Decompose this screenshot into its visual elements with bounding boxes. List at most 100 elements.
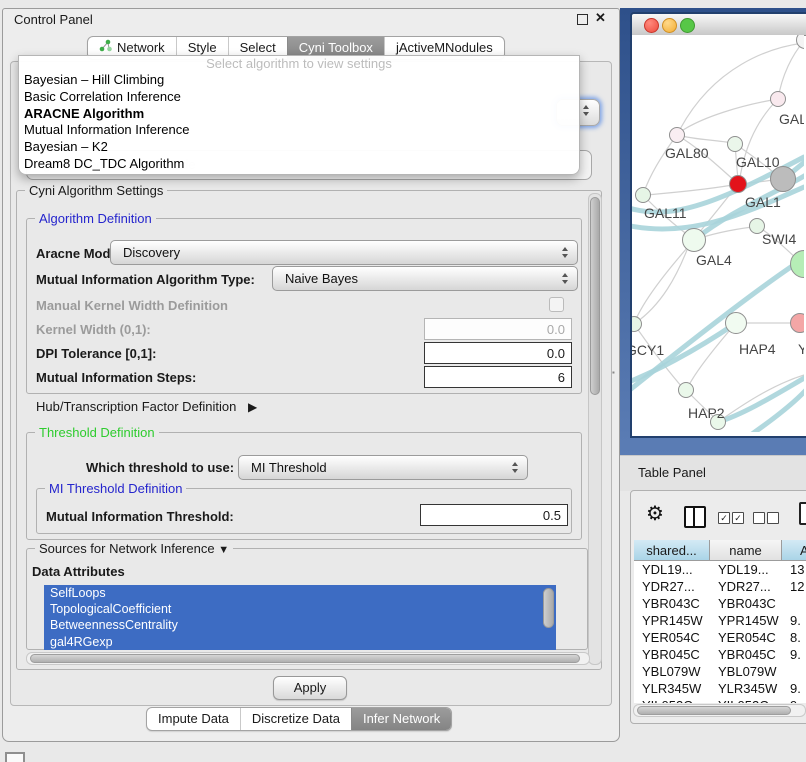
table-cell[interactable]: 12	[782, 578, 806, 595]
table-row[interactable]: YBL079WYBL079W	[634, 663, 806, 680]
table-row[interactable]: YLR345WYLR345W9.	[634, 680, 806, 697]
table-row[interactable]: YBR045CYBR045C9.	[634, 646, 806, 663]
network-node[interactable]	[727, 136, 743, 152]
table-row[interactable]: YDL19...YDL19...13	[634, 561, 806, 578]
table-column-header[interactable]: name	[710, 540, 782, 561]
table-row[interactable]: YER054CYER054C8.	[634, 629, 806, 646]
network-node[interactable]	[770, 91, 786, 107]
which-threshold-combobox[interactable]: MI Threshold	[238, 455, 528, 480]
float-window-icon[interactable]	[577, 14, 588, 25]
table-cell[interactable]: 9.	[782, 680, 806, 697]
mi-threshold-field[interactable]: 0.5	[420, 504, 568, 526]
aracne-mode-combobox[interactable]: Discovery	[110, 240, 578, 265]
table-body: YDL19...YDL19...13YDR27...YDR27...12YBR0…	[634, 561, 806, 703]
data-attribute-item[interactable]: BetweennessCentrality	[44, 617, 556, 633]
table-cell[interactable]: YIL052C	[710, 697, 782, 703]
table-cell[interactable]: YER054C	[634, 629, 710, 646]
network-node[interactable]	[790, 313, 804, 333]
table-cell[interactable]: 9.	[782, 646, 806, 663]
data-attribute-item[interactable]: gal4RGexp	[44, 634, 556, 650]
close-traffic-light-icon[interactable]	[644, 18, 659, 33]
table-hscrollbar-thumb[interactable]	[637, 706, 791, 715]
settings-scrollbar[interactable]	[588, 193, 602, 665]
table-hscrollbar[interactable]	[633, 704, 806, 717]
tab-discretize-data[interactable]: Discretize Data	[240, 708, 351, 730]
settings-scrollbar-thumb[interactable]	[590, 197, 600, 395]
table-cell[interactable]: YBR043C	[634, 595, 710, 612]
node-table[interactable]: shared...nameA YDL19...YDL19...13YDR27..…	[634, 540, 806, 703]
mi-steps-field[interactable]: 6	[424, 366, 572, 388]
tab-infer-network[interactable]: Infer Network	[351, 708, 451, 730]
network-node[interactable]	[682, 228, 706, 252]
tab-impute-data[interactable]: Impute Data	[147, 708, 240, 730]
minimized-panel-icon[interactable]	[5, 752, 25, 762]
minimize-traffic-light-icon[interactable]	[662, 18, 677, 33]
network-node[interactable]	[678, 382, 694, 398]
table-cell[interactable]: YIL052C	[634, 697, 710, 703]
algorithm-option[interactable]: Dream8 DC_TDC Algorithm	[19, 156, 579, 173]
settings-hscrollbar-thumb[interactable]	[30, 654, 580, 663]
zoom-traffic-light-icon[interactable]	[680, 18, 695, 33]
table-cell[interactable]: YBR045C	[710, 646, 782, 663]
mi-type-combobox[interactable]: Naive Bayes	[272, 266, 578, 291]
mi-steps-label: Mutual Information Steps:	[36, 370, 196, 385]
data-attributes-list[interactable]: SelfLoopsTopologicalCoefficientBetweenne…	[44, 585, 556, 650]
table-row[interactable]: YIL052CYIL052C9.	[634, 697, 806, 703]
settings-hscrollbar[interactable]	[26, 652, 590, 665]
table-cell[interactable]: 13	[782, 561, 806, 578]
table-cell[interactable]: YLR345W	[710, 680, 782, 697]
algorithm-option[interactable]: ARACNE Algorithm	[19, 106, 579, 123]
gear-icon[interactable]: ⚙	[646, 504, 664, 524]
algorithm-option[interactable]: Mutual Information Inference	[19, 122, 579, 139]
document-icon[interactable]	[799, 502, 806, 525]
table-row[interactable]: YPR145WYPR145W9.	[634, 612, 806, 629]
table-row[interactable]: YDR27...YDR27...12	[634, 578, 806, 595]
dpi-tolerance-field[interactable]: 0.0	[424, 342, 572, 364]
table-cell[interactable]: YLR345W	[634, 680, 710, 697]
checked-checkbox-icon[interactable]: ✓	[718, 512, 730, 524]
table-cell[interactable]: 8.	[782, 629, 806, 646]
data-attribute-item[interactable]: TopologicalCoefficient	[44, 601, 556, 617]
hub-definition-expander[interactable]: Hub/Transcription Factor Definition ▶	[36, 399, 257, 414]
cyni-bottom-tabbar: Impute Data Discretize Data Infer Networ…	[146, 707, 452, 731]
table-cell[interactable]: YBR045C	[634, 646, 710, 663]
unchecked-checkbox-icon[interactable]	[767, 512, 779, 524]
table-cell[interactable]: YDL19...	[710, 561, 782, 578]
network-node[interactable]	[725, 312, 747, 334]
network-node[interactable]	[729, 175, 747, 193]
table-cell[interactable]	[782, 595, 806, 612]
table-cell[interactable]: YBL079W	[710, 663, 782, 680]
close-icon[interactable]: ✕	[595, 10, 606, 26]
table-cell[interactable]: YDR27...	[634, 578, 710, 595]
table-cell[interactable]: 9.	[782, 612, 806, 629]
algorithm-option[interactable]: Bayesian – K2	[19, 139, 579, 156]
checked-checkbox-icon[interactable]: ✓	[732, 512, 744, 524]
algorithm-option[interactable]: Basic Correlation Inference	[19, 89, 579, 106]
data-attribute-item[interactable]: SelfLoops	[44, 585, 556, 601]
sources-collapse-toggle[interactable]: Sources for Network Inference ▼	[35, 541, 233, 556]
unchecked-checkbox-icon[interactable]	[753, 512, 765, 524]
table-cell[interactable]: YPR145W	[710, 612, 782, 629]
apply-button[interactable]: Apply	[273, 676, 347, 700]
algorithm-option[interactable]: Bayesian – Hill Climbing	[19, 72, 579, 89]
table-row[interactable]: YBR043CYBR043C	[634, 595, 806, 612]
split-columns-icon[interactable]	[684, 506, 706, 528]
splitpane-divider-handle[interactable]: ▪	[612, 368, 619, 377]
table-cell[interactable]: YER054C	[710, 629, 782, 646]
network-window-titlebar[interactable]	[632, 14, 806, 36]
kernel-width-field[interactable]: 0.0	[424, 318, 572, 340]
table-cell[interactable]: YDR27...	[710, 578, 782, 595]
table-cell[interactable]: YDL19...	[634, 561, 710, 578]
list-scrollbar-thumb[interactable]	[543, 588, 554, 628]
table-column-header[interactable]: shared...	[634, 540, 710, 561]
table-cell[interactable]: YBR043C	[710, 595, 782, 612]
table-cell[interactable]: YPR145W	[634, 612, 710, 629]
network-canvas[interactable]: GAL7GAL80GAL10GAL1GAL11GAL4SWI4GCY1HAP4Y…	[632, 35, 804, 432]
network-node[interactable]	[635, 187, 651, 203]
table-cell[interactable]: YBL079W	[634, 663, 710, 680]
table-cell[interactable]: 9.	[782, 697, 806, 703]
manual-kernel-checkbox[interactable]	[549, 297, 564, 312]
table-cell[interactable]	[782, 663, 806, 680]
network-node[interactable]	[669, 127, 685, 143]
table-column-header[interactable]: A	[782, 540, 806, 561]
